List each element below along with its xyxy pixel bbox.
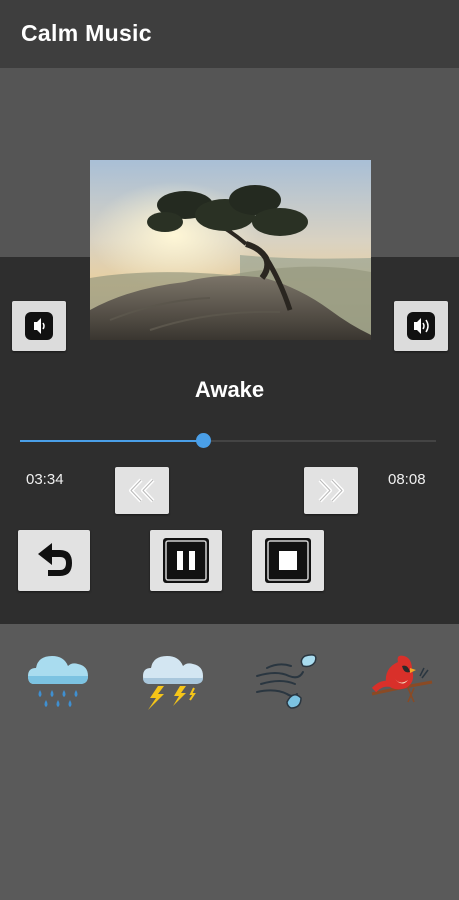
seek-bar[interactable]: [20, 433, 436, 448]
wind-sound-button[interactable]: [253, 648, 321, 716]
bird-icon: [371, 655, 433, 703]
album-artwork: [90, 160, 371, 340]
thunderstorm-icon: [143, 656, 203, 710]
pause-icon: [163, 538, 209, 583]
repeat-icon: [38, 543, 72, 576]
rewind-icon: [129, 478, 155, 503]
fast-forward-button[interactable]: [304, 467, 358, 514]
volume-down-button[interactable]: [12, 301, 66, 351]
app-title: Calm Music: [21, 20, 152, 46]
rewind-button[interactable]: [115, 467, 169, 514]
bird-sound-button[interactable]: [368, 648, 436, 716]
total-time: 08:08: [388, 471, 426, 488]
track-title: Awake: [194, 377, 265, 402]
speaker-low-icon: [34, 318, 45, 334]
seek-bar-thumb[interactable]: [196, 433, 212, 448]
volume-up-button[interactable]: [394, 301, 448, 351]
app-bar: Calm Music: [0, 0, 459, 68]
current-time: 03:34: [26, 471, 64, 488]
speaker-high-icon: [414, 318, 429, 334]
seek-bar-fill: [20, 440, 204, 442]
rain-cloud-icon: [28, 656, 88, 707]
pause-button[interactable]: [150, 530, 222, 591]
stop-icon: [265, 538, 311, 583]
wind-icon: [256, 654, 317, 709]
fast-forward-icon: [318, 478, 344, 503]
stop-button[interactable]: [252, 530, 324, 591]
repeat-button[interactable]: [18, 530, 90, 591]
thunder-sound-button[interactable]: [138, 648, 206, 716]
rain-sound-button[interactable]: [24, 648, 92, 716]
